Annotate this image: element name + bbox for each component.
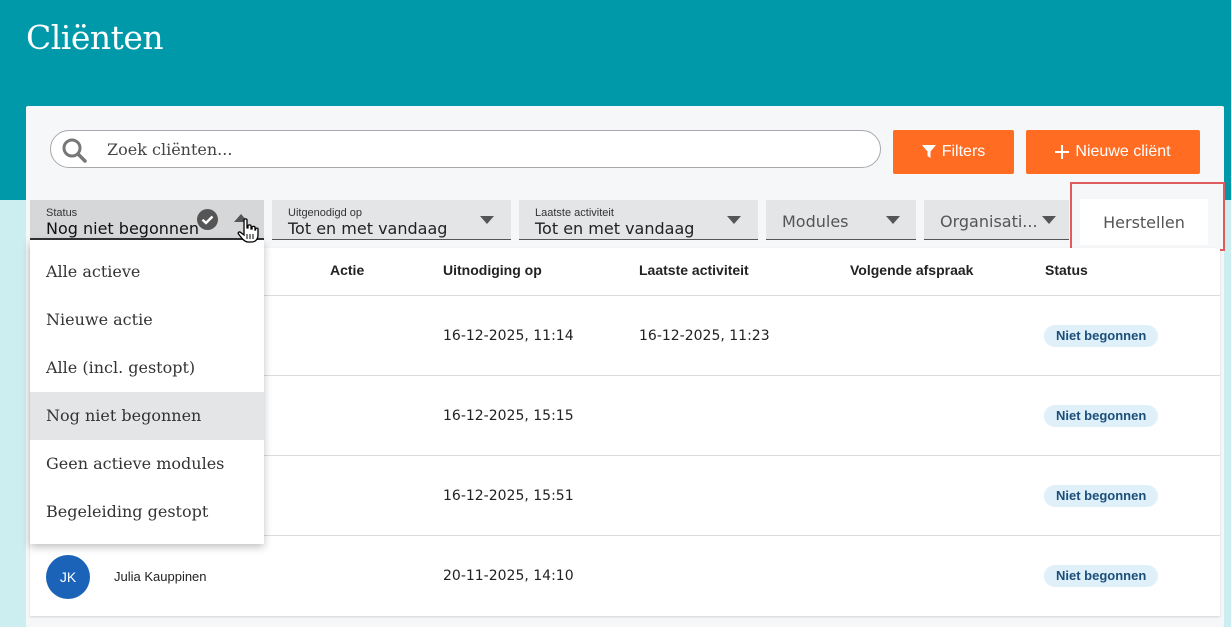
column-header-last-activity[interactable]: Laatste activiteit [639,262,749,278]
search-icon [62,138,87,163]
chevron-down-icon [480,216,494,224]
status-dropdown-menu: Alle actieve Nieuwe actie Alle (incl. ge… [30,240,264,544]
check-circle-icon [197,209,218,230]
invited-filter-value: Tot en met vandaag [288,219,448,238]
new-client-button[interactable]: Nieuwe cliënt [1026,130,1200,174]
column-header-next-appointment[interactable]: Volgende afspraak [850,262,973,278]
chevron-down-icon [886,216,900,224]
invited-cell: 16-12-2025, 11:14 [443,328,574,344]
organisation-filter-value: Organisati... [940,212,1038,231]
chevron-down-icon [1042,216,1056,224]
organisation-filter[interactable]: Organisati... [924,200,1069,240]
status-badge: Niet begonnen [1044,485,1159,507]
status-badge: Niet begonnen [1044,405,1159,427]
new-client-button-label: Nieuwe cliënt [1075,143,1171,160]
avatar: JK [46,555,90,599]
reset-button[interactable]: Herstellen [1080,199,1208,245]
page-title: Cliënten [26,18,164,57]
hand-pointer-icon [237,218,259,243]
activity-filter-value: Tot en met vandaag [535,219,695,238]
plus-icon [1055,145,1070,159]
chevron-down-icon [727,216,741,224]
status-option-all-active[interactable]: Alle actieve [30,248,264,296]
invited-cell: 20-11-2025, 14:10 [443,568,574,584]
invited-filter-label: Uitgenodigd op [288,207,363,219]
filter-icon [921,145,936,158]
search-bar[interactable] [50,130,881,168]
status-option-all-incl-stopped[interactable]: Alle (incl. gestopt) [30,344,264,392]
search-input[interactable] [107,137,867,161]
client-name[interactable]: Julia Kauppinen [114,569,207,584]
column-header-status[interactable]: Status [1045,262,1088,278]
invited-cell: 16-12-2025, 15:15 [443,408,574,424]
modules-filter[interactable]: Modules [766,200,916,240]
status-filter[interactable]: Status Nog niet begonnen [30,200,264,240]
table-row[interactable]: JK Julia Kauppinen 20-11-2025, 14:10 Nie… [30,535,1220,615]
activity-filter[interactable]: Laatste activiteit Tot en met vandaag [519,200,758,240]
invited-cell: 16-12-2025, 15:51 [443,488,574,504]
status-option-no-active-modules[interactable]: Geen actieve modules [30,440,264,488]
status-filter-value: Nog niet begonnen [46,219,199,238]
column-header-action[interactable]: Actie [330,262,364,278]
status-badge: Niet begonnen [1044,565,1159,587]
activity-filter-label: Laatste activiteit [535,207,614,219]
status-option-guidance-stopped[interactable]: Begeleiding gestopt [30,488,264,536]
last-activity-cell: 16-12-2025, 11:23 [639,328,770,344]
filters-button-label: Filters [941,143,986,160]
status-filter-label: Status [46,207,78,219]
status-option-not-started[interactable]: Nog niet begonnen [30,392,264,440]
column-header-invited[interactable]: Uitnodiging op [443,262,542,278]
modules-filter-value: Modules [782,212,849,231]
filters-button[interactable]: Filters [893,130,1014,174]
status-badge: Niet begonnen [1044,325,1159,347]
invited-filter[interactable]: Uitgenodigd op Tot en met vandaag [272,200,511,240]
status-option-new-action[interactable]: Nieuwe actie [30,296,264,344]
